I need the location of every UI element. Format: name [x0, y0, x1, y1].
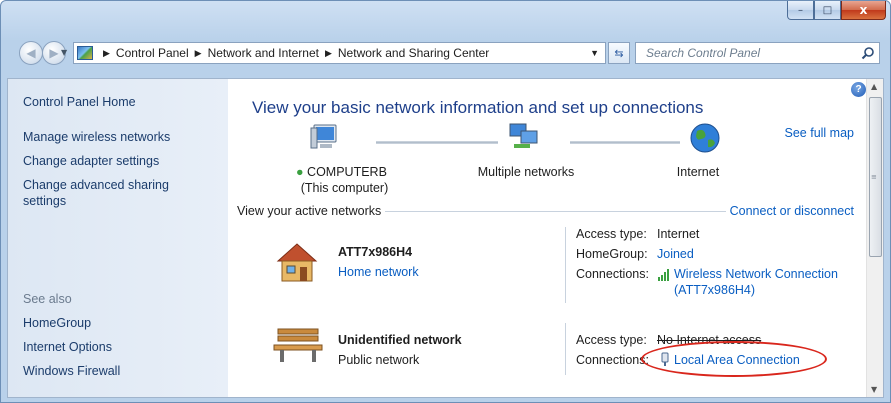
search-input[interactable]: Search Control Panel: [635, 42, 880, 64]
scroll-down-icon[interactable]: ▼: [871, 385, 877, 394]
network-type-link[interactable]: Home network: [338, 265, 419, 279]
sidebar-homegroup[interactable]: HomeGroup: [23, 316, 91, 330]
connect-or-disconnect-link[interactable]: Connect or disconnect: [725, 204, 854, 218]
main-panel: ? View your basic network information an…: [228, 79, 868, 397]
search-icon[interactable]: [861, 46, 875, 60]
network-name: Unidentified network: [338, 333, 462, 347]
scroll-up-icon[interactable]: ▲: [871, 82, 877, 91]
homegroup-joined-link[interactable]: Joined: [657, 247, 694, 261]
sidebar-change-advanced-sharing[interactable]: Change advanced sharing: [23, 178, 169, 192]
this-computer-label: (This computer): [300, 181, 389, 195]
minimize-button[interactable]: –: [787, 1, 814, 20]
internet-label[interactable]: Internet: [658, 165, 738, 179]
title-bar[interactable]: – □ x: [1, 1, 890, 33]
content-area: Control Panel Home Manage wireless netwo…: [7, 78, 884, 398]
address-dropdown-icon[interactable]: ▼: [590, 48, 599, 58]
public-network-bench-icon[interactable]: [272, 327, 324, 363]
search-placeholder: Search Control Panel: [646, 46, 761, 60]
annotation-ellipse: [641, 341, 827, 377]
vertical-divider: [565, 227, 566, 303]
close-button[interactable]: x: [841, 1, 886, 20]
computer-name: COMPUTERB: [307, 165, 387, 179]
refresh-button[interactable]: ⇆: [608, 42, 630, 64]
vertical-divider: [565, 323, 566, 375]
see-also-label: See also: [23, 292, 72, 306]
home-network-house-icon[interactable]: [274, 239, 320, 285]
refresh-icon: ⇆: [614, 46, 624, 60]
forward-arrow-icon: ▶: [49, 46, 59, 60]
address-bar[interactable]: ▶ Control Panel ▶ Network and Internet ▶…: [73, 42, 606, 64]
homegroup-label: HomeGroup:: [576, 247, 648, 261]
map-connector-line: [570, 141, 680, 144]
map-connector-line: [376, 141, 498, 144]
network-sharing-center-window: – □ x ◀ ▶ ▼ ▶ Control Panel ▶ Network an…: [0, 0, 891, 403]
wireless-signal-icon: [658, 269, 669, 281]
see-full-map-link[interactable]: See full map: [785, 126, 854, 140]
breadcrumb-network-and-sharing-center[interactable]: Network and Sharing Center: [338, 46, 489, 60]
multiple-networks-label[interactable]: Multiple networks: [476, 165, 576, 179]
sidebar-manage-wireless-networks[interactable]: Manage wireless networks: [23, 130, 170, 144]
breadcrumb-arrow-icon[interactable]: ▶: [325, 48, 332, 59]
multiple-networks-icon: [509, 123, 538, 148]
wireless-network-ssid-link[interactable]: (ATT7x986H4): [674, 283, 755, 297]
recent-pages-dropdown-icon[interactable]: ▼: [61, 48, 67, 57]
sidebar-change-adapter-settings[interactable]: Change adapter settings: [23, 154, 159, 168]
maximize-button[interactable]: □: [814, 1, 841, 20]
active-networks-label: View your active networks: [237, 204, 386, 218]
breadcrumb-network-and-internet[interactable]: Network and Internet: [208, 46, 319, 60]
breadcrumb-arrow-icon[interactable]: ▶: [195, 48, 202, 59]
vertical-scrollbar[interactable]: ▲ ≡ ▼: [866, 79, 883, 397]
network-name: ATT7x986H4: [338, 245, 413, 259]
connections-label: Connections:: [576, 353, 649, 367]
back-button[interactable]: ◀: [19, 41, 43, 65]
connections-label: Connections:: [576, 267, 649, 281]
sidebar-control-panel-home[interactable]: Control Panel Home: [23, 95, 136, 109]
navigation-bar: ◀ ▶ ▼ ▶ Control Panel ▶ Network and Inte…: [1, 38, 890, 68]
back-arrow-icon: ◀: [26, 46, 36, 60]
computer-name-row: ● COMPUTERB: [296, 165, 396, 179]
internet-globe-icon: [690, 123, 720, 153]
computer-icon: [310, 124, 337, 149]
access-type-label: Access type:: [576, 227, 647, 241]
scrollbar-grip-icon: ≡: [871, 173, 877, 181]
sidebar-windows-firewall[interactable]: Windows Firewall: [23, 364, 120, 378]
sidebar-internet-options[interactable]: Internet Options: [23, 340, 112, 354]
sidebar-change-advanced-sharing-line2[interactable]: settings: [23, 194, 66, 208]
breadcrumb-control-panel[interactable]: Control Panel: [116, 46, 189, 60]
wireless-network-connection-link[interactable]: Wireless Network Connection: [674, 267, 838, 281]
control-panel-icon: [77, 46, 93, 60]
page-title: View your basic network information and …: [252, 98, 704, 117]
network-type-label: Public network: [338, 353, 420, 367]
help-icon[interactable]: ?: [851, 82, 866, 97]
access-type-label: Access type:: [576, 333, 647, 347]
homegroup-computer-icon: ●: [296, 165, 304, 179]
sidebar: Control Panel Home Manage wireless netwo…: [8, 79, 228, 397]
breadcrumb-arrow-icon[interactable]: ▶: [103, 48, 110, 59]
access-type-value: Internet: [657, 227, 700, 241]
caption-buttons: – □ x: [787, 1, 886, 20]
